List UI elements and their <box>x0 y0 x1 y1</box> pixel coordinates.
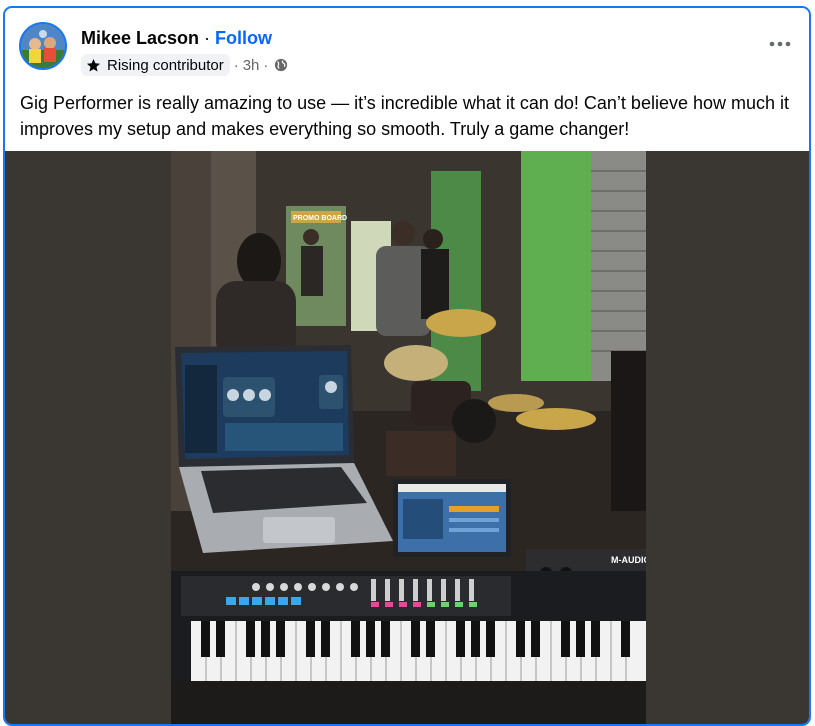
more-options-icon[interactable] <box>765 34 795 54</box>
post-photo[interactable]: PROMO BOARD M-AUDI <box>171 151 646 724</box>
meta-separator: · <box>233 56 239 74</box>
audio-interface-brand: M-AUDIO <box>611 555 646 565</box>
avatar[interactable] <box>19 22 67 70</box>
avatar-photo <box>21 24 65 68</box>
globe-icon[interactable] <box>274 58 288 72</box>
post-meta: Rising contributor · 3h · <box>81 54 288 76</box>
name-separator: · <box>204 27 211 48</box>
gig-setup-photo: PROMO BOARD M-AUDI <box>171 151 646 724</box>
post-media[interactable]: PROMO BOARD M-AUDI <box>5 151 809 724</box>
meta-separator-2: · <box>263 56 269 74</box>
star-icon <box>86 58 101 71</box>
post-time[interactable]: 3h <box>243 57 260 74</box>
author-name[interactable]: Mikee Lacson <box>81 28 199 49</box>
follow-button[interactable]: Follow <box>215 28 272 49</box>
post-header: Mikee Lacson · Follow Rising contributor… <box>19 22 799 78</box>
author-line: Mikee Lacson · Follow <box>81 26 272 50</box>
contributor-badge[interactable]: Rising contributor <box>81 54 230 76</box>
post-card: Mikee Lacson · Follow Rising contributor… <box>3 6 811 726</box>
badge-label: Rising contributor <box>107 56 224 74</box>
promo-sign: PROMO BOARD <box>293 215 347 222</box>
post-text: Gig Performer is really amazing to use —… <box>20 93 790 139</box>
